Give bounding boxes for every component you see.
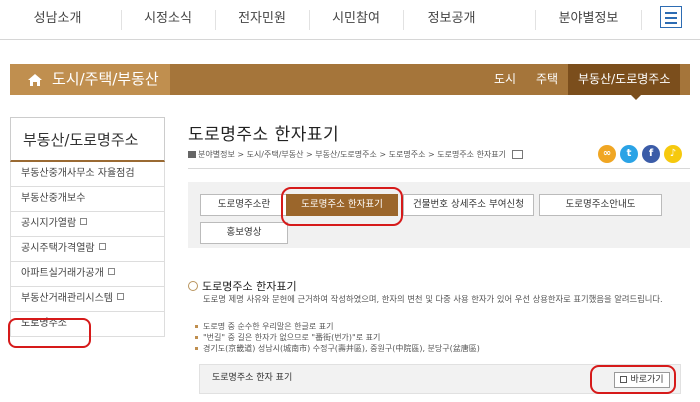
twitter-icon[interactable]: t <box>620 145 638 163</box>
section-heading: 도로명주소 한자표기 <box>188 278 297 294</box>
link-share-icon[interactable]: ∞ <box>598 145 616 163</box>
sidebar-item-housing-price[interactable]: 공시주택가격열람 <box>10 237 165 262</box>
facebook-icon[interactable]: f <box>642 145 660 163</box>
tab-guide-map[interactable]: 도로명주소안내도 <box>539 194 662 216</box>
annotation-highlight-tab <box>281 187 403 226</box>
section-banner: 도시/주택/부동산 도시 주택 부동산/도로명주소 <box>10 64 690 100</box>
external-link-icon <box>107 268 115 275</box>
bullet-icon <box>188 281 198 291</box>
external-link-icon <box>98 243 106 250</box>
breadcrumb: 분야별정보 > 도시/주택/부동산 > 부동산/도로명주소 > 도로명주소 > … <box>188 149 524 160</box>
annotation-highlight-sidebar <box>8 318 91 348</box>
link-box-label: 도로명주소 한자 표기 <box>212 373 293 383</box>
nav-item-news[interactable]: 시정소식 <box>122 0 214 40</box>
section-description: 도로명 제명 사유와 문헌에 근거하여 작성하였으며, 한자의 변천 및 다중 … <box>203 294 663 304</box>
active-caret <box>631 95 641 100</box>
tab-road-address-intro[interactable]: 도로명주소란 <box>200 194 288 216</box>
sidebar-item-label: 부동산중개보수 <box>21 193 86 204</box>
list-item: 도로명 중 순수한 우리말은 한글로 표기 <box>195 321 480 332</box>
banner-sub-housing[interactable]: 주택 <box>536 64 558 95</box>
banner-title: 도시/주택/부동산 <box>52 70 159 88</box>
print-icon[interactable] <box>512 150 524 159</box>
sidebar-item-label: 공시지가열람 <box>21 218 77 229</box>
tab-container: 도로명주소란 도로명주소 한자표기 건물번호 상세주소 부여신청 도로명주소안내… <box>188 182 690 248</box>
annotation-highlight-button <box>590 365 676 394</box>
title-divider <box>188 168 690 169</box>
sidebar-item-self-inspection[interactable]: 부동산중개사무소 자율점검 <box>10 162 165 187</box>
sidebar-heading: 부동산/도로명주소 <box>10 117 165 162</box>
tab-promo-video[interactable]: 홍보영상 <box>200 222 288 244</box>
sidebar-item-label: 공시주택가격열람 <box>21 243 95 254</box>
sidebar-item-label: 부동산거래관리시스템 <box>21 293 113 304</box>
sidebar-item-transaction-system[interactable]: 부동산거래관리시스템 <box>10 287 165 312</box>
nav-item-participation[interactable]: 시민참여 <box>310 0 402 40</box>
sidebar-item-apt-transaction[interactable]: 아파트실거래가공개 <box>10 262 165 287</box>
sidebar-item-label: 부동산중개사무소 자율점검 <box>21 168 135 179</box>
nav-divider <box>641 10 642 30</box>
sidebar-item-label: 아파트실거래가공개 <box>21 268 104 279</box>
banner-title-area: 도시/주택/부동산 <box>10 64 170 95</box>
list-item: 경기도(京畿道) 성남시(城南市) 수정구(壽井區), 중원구(中院區), 분당… <box>195 343 480 354</box>
nav-item-info-disclosure[interactable]: 정보공개 <box>404 0 499 40</box>
external-link-icon <box>80 218 88 225</box>
tab-building-number-request[interactable]: 건물번호 상세주소 부여신청 <box>403 194 534 216</box>
menu-icon[interactable] <box>660 6 682 28</box>
page-title: 도로명주소 한자표기 <box>188 125 340 145</box>
home-icon <box>188 151 196 158</box>
sidebar: 부동산/도로명주소 부동산중개사무소 자율점검 부동산중개보수 공시지가열람 공… <box>10 117 165 337</box>
section-heading-text: 도로명주소 한자표기 <box>202 280 297 293</box>
banner-sub-real-estate[interactable]: 부동산/도로명주소 <box>568 64 681 95</box>
sidebar-item-brokerage-fee[interactable]: 부동산중개보수 <box>10 187 165 212</box>
top-navigation: 성남소개 시정소식 전자민원 시민참여 정보공개 분야별정보 <box>0 0 700 40</box>
nav-item-about[interactable]: 성남소개 <box>10 0 105 40</box>
home-icon <box>28 74 42 86</box>
kakao-icon[interactable]: ♪ <box>664 145 682 163</box>
list-item: "번길" 중 길은 한자가 없으므로 "番街(번가)"로 표기 <box>195 332 480 343</box>
sidebar-item-land-price[interactable]: 공시지가열람 <box>10 212 165 237</box>
nav-item-civil-service[interactable]: 전자민원 <box>216 0 308 40</box>
banner-sub-city[interactable]: 도시 <box>494 64 516 95</box>
external-link-icon <box>117 293 124 300</box>
bullet-list: 도로명 중 순수한 우리말은 한글로 표기 "번길" 중 길은 한자가 없으므로… <box>195 321 480 354</box>
nav-item-field-info[interactable]: 분야별정보 <box>536 0 641 40</box>
breadcrumb-text: 분야별정보 > 도시/주택/부동산 > 부동산/도로명주소 > 도로명주소 > … <box>198 150 507 159</box>
